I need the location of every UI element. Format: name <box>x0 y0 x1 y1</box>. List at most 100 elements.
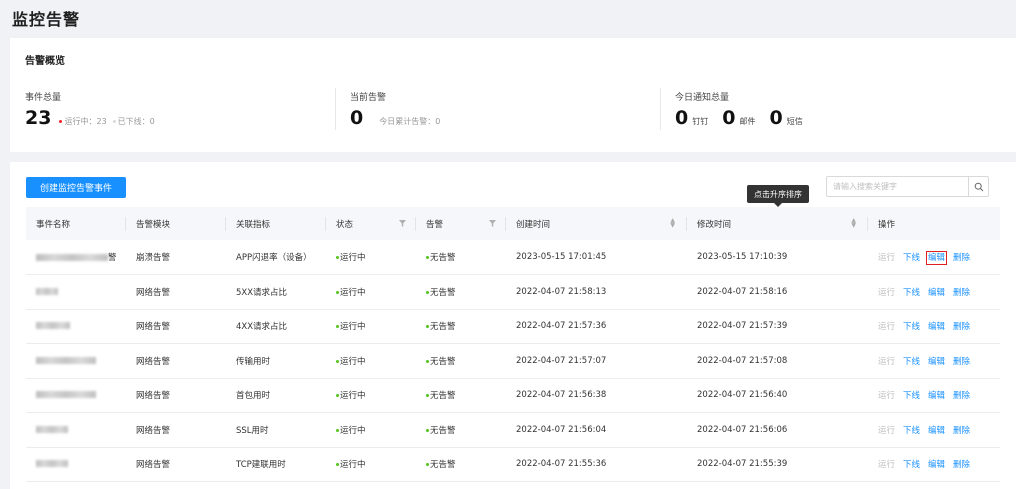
table-row: 网络告警 SSL用时 运行中 无告警 2022-04-07 21:56:04 2022-0… <box>26 412 1000 448</box>
delete-button[interactable]: 删除 <box>953 322 970 332</box>
sms-count: 0 <box>769 107 783 129</box>
metric-cell: APP闪退率（设备） <box>226 240 326 275</box>
status-cell: 运行中 <box>326 309 416 344</box>
run-button[interactable]: 运行 <box>878 253 895 263</box>
edit-button[interactable]: 编辑 <box>928 288 945 298</box>
run-button[interactable]: 运行 <box>878 322 895 332</box>
filter-icon[interactable] <box>399 220 406 227</box>
offline-button[interactable]: 下线 <box>903 253 920 263</box>
metric-cell: SSL用时 <box>226 412 326 448</box>
page-title: 监控告警 <box>12 10 81 29</box>
dingtalk-count: 0 <box>675 107 689 129</box>
status-dot-icon <box>336 463 339 467</box>
delete-button[interactable]: 删除 <box>953 288 970 298</box>
alert-cell: 无告警 <box>416 343 506 379</box>
sort-icon[interactable]: ▲ ▼ <box>670 218 675 229</box>
actions-cell: 运行 下线 编辑 删除 <box>868 343 1000 379</box>
edit-button[interactable]: 编辑 <box>928 357 945 367</box>
alert-cell: 无告警 <box>416 378 506 413</box>
offline-button[interactable]: 下线 <box>903 357 920 367</box>
status-dot-icon <box>336 290 339 294</box>
column-header-alert: 告警 <box>416 207 506 240</box>
delete-button[interactable]: 删除 <box>953 253 970 263</box>
module-cell: 崩溃告警 <box>126 240 226 275</box>
table-row: 网络告警 首包用时 运行中 无告警 2022-04-07 21:56:38 2022-04… <box>26 378 1000 413</box>
module-cell: 网络告警 <box>126 378 226 413</box>
edit-button[interactable]: 编辑 <box>926 251 948 265</box>
search-input[interactable] <box>827 177 969 196</box>
running-dot-icon <box>59 120 63 123</box>
edit-button[interactable]: 编辑 <box>928 391 945 401</box>
run-button[interactable]: 运行 <box>878 460 895 470</box>
table-row: 网络告警 5XX请求占比 运行中 无告警 2022-04-07 21:58:13 2022… <box>26 274 1000 310</box>
notify-total-stat: 今日通知总量 0 钉钉 0 邮件 0 短信 <box>675 90 817 132</box>
created-time-cell: 2022-04-07 21:58:13 <box>506 274 687 310</box>
email-count: 0 <box>722 107 736 129</box>
email-label: 邮件 <box>739 117 756 126</box>
modified-time-cell: 2022-04-07 21:55:39 <box>687 447 868 482</box>
run-button[interactable]: 运行 <box>878 357 895 367</box>
alert-dot-icon <box>426 394 429 398</box>
current-alert-value: 0 <box>350 107 364 129</box>
offline-button[interactable]: 下线 <box>903 391 920 401</box>
actions-cell: 运行 下线 编辑 删除 <box>868 447 1000 482</box>
module-cell: 网络告警 <box>126 309 226 344</box>
modified-time-cell: 2022-04-07 21:58:16 <box>687 274 868 310</box>
alert-dot-icon <box>426 428 429 432</box>
create-alert-event-button[interactable]: 创建监控告警事件 <box>26 177 126 198</box>
table-row: 警崩溃告警 APP闪退率（设备） 运行中 无告警 2023-05-15 17:01:45… <box>26 240 1000 275</box>
edit-button[interactable]: 编辑 <box>928 322 945 332</box>
status-dot-icon <box>336 428 339 432</box>
alert-event-table: 事件名称 告警模块 关联指标 状态 告警 创建时间 ▲ ▼ 修改时间 ▲ ▼ 操作 … <box>26 207 1000 482</box>
column-header-actions: 操作 <box>868 207 1000 240</box>
alert-dot-icon <box>426 463 429 467</box>
offline-button[interactable]: 下线 <box>903 288 920 298</box>
event-name-cell <box>26 447 126 482</box>
alert-dot-icon <box>426 290 429 294</box>
column-header-modified[interactable]: 修改时间 ▲ ▼ <box>687 207 868 240</box>
run-button[interactable]: 运行 <box>878 288 895 298</box>
modified-time-cell: 2022-04-07 21:56:40 <box>687 378 868 413</box>
run-button[interactable]: 运行 <box>878 391 895 401</box>
status-dot-icon <box>336 394 339 398</box>
event-total-stat: 事件总量 23 运行中：23 已下线：0 <box>25 90 155 132</box>
modified-time-cell: 2022-04-07 21:57:08 <box>687 343 868 379</box>
event-name-cell <box>26 343 126 379</box>
offline-button[interactable]: 下线 <box>903 426 920 436</box>
current-alert-label: 当前告警 <box>350 93 387 103</box>
table-row: 网络告警 TCP建联用时 运行中 无告警 2022-04-07 21:55:36 2022… <box>26 447 1000 482</box>
delete-button[interactable]: 删除 <box>953 391 970 401</box>
created-time-cell: 2022-04-07 21:55:36 <box>506 447 687 482</box>
offline-dot-icon <box>112 120 116 123</box>
offline-count: 已下线：0 <box>112 116 155 127</box>
alert-cell: 无告警 <box>416 309 506 344</box>
divider <box>335 88 336 130</box>
column-header-created[interactable]: 创建时间 ▲ ▼ <box>506 207 687 240</box>
edit-button[interactable]: 编辑 <box>928 426 945 436</box>
table-header-row: 事件名称 告警模块 关联指标 状态 告警 创建时间 ▲ ▼ 修改时间 ▲ ▼ 操作 <box>26 207 1000 240</box>
module-cell: 网络告警 <box>126 343 226 379</box>
run-button[interactable]: 运行 <box>878 426 895 436</box>
modified-time-cell: 2022-04-07 21:56:06 <box>687 412 868 448</box>
alert-dot-icon <box>426 256 429 259</box>
search-box <box>826 176 989 197</box>
event-name-cell <box>26 378 126 413</box>
created-time-cell: 2022-04-07 21:56:38 <box>506 378 687 413</box>
current-alert-stat: 当前告警 0 今日累计告警：0 <box>350 90 440 132</box>
actions-cell: 运行 下线 编辑 删除 <box>868 378 1000 413</box>
offline-button[interactable]: 下线 <box>903 460 920 470</box>
offline-button[interactable]: 下线 <box>903 322 920 332</box>
edit-button[interactable]: 编辑 <box>928 460 945 470</box>
status-dot-icon <box>336 256 339 259</box>
event-name-cell <box>26 274 126 310</box>
column-header-name: 事件名称 <box>26 207 126 240</box>
delete-button[interactable]: 删除 <box>953 426 970 436</box>
status-dot-icon <box>336 325 339 329</box>
delete-button[interactable]: 删除 <box>953 357 970 367</box>
redacted-name <box>36 425 68 433</box>
search-button[interactable] <box>968 177 988 196</box>
delete-button[interactable]: 删除 <box>953 460 970 470</box>
sort-icon[interactable]: ▲ ▼ <box>851 218 856 229</box>
filter-icon[interactable] <box>489 220 496 227</box>
metric-cell: 5XX请求占比 <box>226 274 326 310</box>
